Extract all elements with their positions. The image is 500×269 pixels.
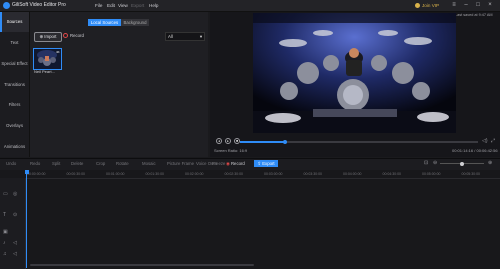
menu-view[interactable]: View — [118, 3, 128, 8]
prev-frame-icon[interactable]: ◂ — [216, 138, 222, 144]
playhead-handle[interactable] — [24, 170, 29, 174]
sidebar-active-indicator — [0, 12, 2, 32]
timeline-record-button[interactable]: ◉ Record — [226, 161, 245, 167]
chevron-down-icon: ▾ — [199, 34, 202, 39]
app-title: GiliSoft Video Editor Pro — [12, 2, 66, 8]
last-saved-status: Last saved at 9:47 AM — [455, 13, 493, 17]
record-icon[interactable] — [63, 33, 68, 38]
track-mute-icon-2[interactable]: ◁ — [13, 251, 17, 257]
screen-ratio[interactable]: Screen Ratio: 16:9 — [214, 148, 247, 153]
screen-ratio-label: Screen Ratio: 16:9 — [214, 148, 248, 153]
sidebar-item-overlays[interactable]: Overlays — [0, 116, 29, 136]
track-lock-icon[interactable]: ⊙ — [13, 212, 17, 218]
tab-local-sources[interactable]: Local Sources — [88, 19, 121, 26]
play-icon[interactable]: ▸ — [225, 138, 231, 144]
ruler-tick-label: 00:02:30:00 — [224, 172, 244, 176]
track-visibility-icon[interactable]: ◎ — [13, 191, 17, 197]
playback-progress-fill — [240, 141, 286, 143]
video-frame-image — [253, 13, 456, 133]
ruler-tick-label: 00:05:30:00 — [461, 172, 481, 176]
crop-button[interactable]: Crop — [96, 161, 105, 166]
export-button[interactable]: ⇪ Export — [254, 160, 278, 167]
vip-crown-icon[interactable] — [415, 3, 420, 8]
media-filter-select[interactable]: All ▾ — [165, 32, 205, 41]
import-label: Import — [44, 34, 57, 39]
ruler-tick-label: 00:03:30:00 — [303, 172, 323, 176]
maximize-icon[interactable]: □ — [474, 1, 482, 9]
mosaic-button[interactable]: Mosaic — [142, 161, 156, 166]
sidebar-item-animations[interactable]: Animations — [0, 137, 29, 157]
import-button[interactable]: ⊕ Import — [34, 32, 62, 42]
filter-value: All — [168, 34, 173, 39]
fit-timeline-icon[interactable]: ⊡ — [424, 160, 428, 166]
sidebar-item-filters[interactable]: Filters — [0, 95, 29, 115]
text-track-icon: T — [3, 212, 7, 218]
track-mute-icon[interactable]: ◁ — [13, 240, 17, 246]
ruler-tick-label: 00:00:30:00 — [66, 172, 86, 176]
ruler-tick-label: 00:04:30:00 — [382, 172, 402, 176]
ruler-tick-label: 00:05:00:00 — [422, 172, 441, 176]
zoom-out-icon[interactable]: ⊖ — [433, 160, 437, 166]
sidebar-item-text[interactable]: Text — [0, 33, 29, 53]
delete-button[interactable]: Delete — [71, 161, 83, 166]
ruler-tick-label: 00:02:00:00 — [185, 172, 204, 176]
clip-badge: 4K — [56, 50, 60, 54]
ruler-tick-label: 00:00:00:00 — [27, 172, 46, 176]
timeline-scrollbar[interactable] — [30, 264, 254, 266]
music-track-icon: ♫ — [3, 251, 7, 257]
split-button[interactable]: Split — [52, 161, 60, 166]
clip-name: Neil Peart... — [34, 69, 55, 74]
close-icon[interactable]: × — [486, 1, 494, 9]
menu-file[interactable]: File — [95, 3, 102, 8]
audio-track-icon: ♪ — [3, 240, 6, 246]
overlay-track-icon: ▣ — [3, 229, 8, 235]
volume-icon[interactable]: ◁) — [482, 138, 488, 144]
picture-frame-button[interactable]: Picture Frame — [167, 161, 194, 166]
ruler-tick-label: 00:04:00:00 — [343, 172, 362, 176]
sidebar-item-transitions[interactable]: Transitions — [0, 75, 29, 95]
zoom-slider-handle[interactable] — [460, 161, 464, 166]
sidebar-item-sources[interactable]: Sources — [0, 12, 29, 32]
playback-timecode: 00:01:14:16 / 00:06:42:56 — [452, 148, 498, 153]
menu-export[interactable]: Export — [131, 3, 144, 8]
timeline-record-label: Record — [230, 161, 245, 166]
undo-button[interactable]: Undo — [6, 161, 16, 166]
settings-menu-icon[interactable]: ≡ — [450, 1, 458, 9]
media-clip-thumbnail[interactable]: 4K — [33, 48, 62, 70]
sidebar-item-special-effect[interactable]: Special Effect — [0, 54, 29, 74]
rotate-button[interactable]: Rotate — [116, 161, 129, 166]
ruler-tick-label: 00:03:00:00 — [264, 172, 283, 176]
record-button[interactable]: Record — [70, 33, 84, 38]
join-vip-link[interactable]: Join VIP — [422, 3, 439, 8]
video-preview[interactable] — [253, 13, 456, 133]
zoom-in-icon[interactable]: ⊕ — [488, 160, 492, 166]
ruler-tick-label: 00:01:30:00 — [145, 172, 165, 176]
clip-thumbnail-image: 4K — [34, 49, 61, 69]
tab-background[interactable]: Background — [121, 19, 149, 26]
menu-help[interactable]: Help — [149, 3, 158, 8]
menu-edit[interactable]: Edit — [107, 3, 115, 8]
playback-progress-handle[interactable] — [283, 139, 288, 144]
video-track-icon: ▭ — [3, 191, 8, 197]
timeline — [0, 170, 500, 269]
freeze-button[interactable]: Freeze — [212, 161, 225, 166]
fullscreen-icon[interactable]: ⤢ — [491, 138, 495, 144]
ruler-tick-label: 00:01:00:00 — [106, 172, 125, 176]
redo-button[interactable]: Redo — [30, 161, 40, 166]
export-label: Export — [262, 161, 275, 166]
app-logo-icon — [3, 2, 10, 9]
minimize-icon[interactable]: – — [462, 1, 470, 9]
timeline-playhead[interactable] — [26, 172, 27, 268]
